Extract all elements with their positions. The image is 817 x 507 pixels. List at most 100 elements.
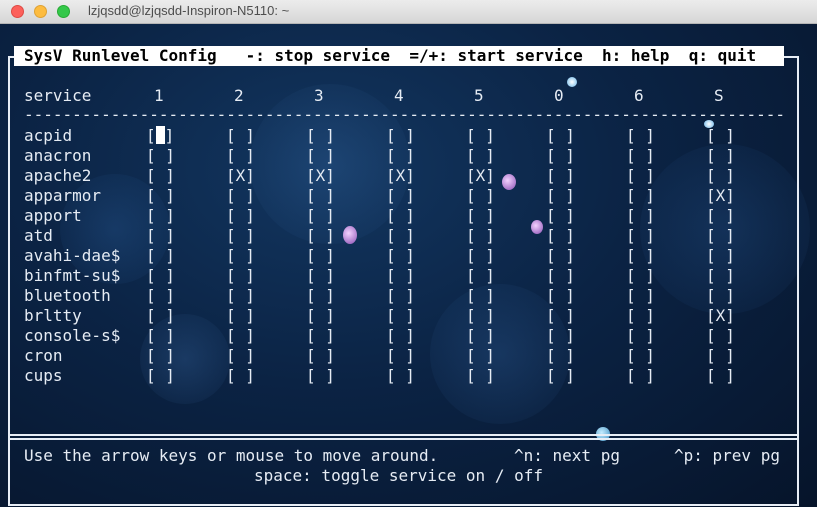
runlevel-checkbox[interactable]: [ ]	[226, 266, 255, 286]
runlevel-checkbox[interactable]: [ ]	[386, 146, 415, 166]
runlevel-checkbox[interactable]: [ ]	[466, 346, 495, 366]
runlevel-checkbox[interactable]: [ ]	[706, 286, 735, 306]
runlevel-checkbox[interactable]: [ ]	[546, 286, 575, 306]
runlevel-checkbox[interactable]: [ ]	[466, 226, 495, 246]
runlevel-checkbox[interactable]: [ ]	[466, 266, 495, 286]
runlevel-checkbox[interactable]: [ ]	[146, 186, 175, 206]
runlevel-checkbox[interactable]: [ ]	[226, 306, 255, 326]
runlevel-checkbox[interactable]: [ ]	[306, 286, 335, 306]
runlevel-checkbox[interactable]: [ ]	[386, 286, 415, 306]
runlevel-checkbox[interactable]: [ ]	[226, 186, 255, 206]
runlevel-checkbox[interactable]: [ ]	[546, 246, 575, 266]
runlevel-checkbox[interactable]: [ ]	[306, 146, 335, 166]
runlevel-checkbox[interactable]: [ ]	[146, 166, 175, 186]
runlevel-checkbox[interactable]: [ ]	[466, 126, 495, 146]
runlevel-checkbox[interactable]: [ ]	[386, 246, 415, 266]
runlevel-checkbox[interactable]: [ ]	[546, 306, 575, 326]
runlevel-checkbox[interactable]: [ ]	[386, 206, 415, 226]
runlevel-checkbox[interactable]: [ ]	[386, 226, 415, 246]
runlevel-checkbox[interactable]: [ ]	[146, 146, 175, 166]
runlevel-checkbox[interactable]: [ ]	[146, 346, 175, 366]
runlevel-checkbox[interactable]: [X]	[466, 166, 495, 186]
runlevel-checkbox[interactable]: [ ]	[466, 186, 495, 206]
runlevel-checkbox[interactable]: [ ]	[626, 366, 655, 386]
runlevel-checkbox[interactable]: [ ]	[546, 226, 575, 246]
runlevel-checkbox[interactable]: [ ]	[386, 306, 415, 326]
runlevel-checkbox[interactable]: [ ]	[546, 126, 575, 146]
terminal-area[interactable]: SysV Runlevel Config -: stop service =/+…	[0, 24, 817, 507]
runlevel-checkbox[interactable]: [ ]	[546, 346, 575, 366]
runlevel-checkbox[interactable]: [ ]	[546, 366, 575, 386]
runlevel-checkbox[interactable]: [ ]	[626, 206, 655, 226]
runlevel-checkbox[interactable]: [ ]	[546, 326, 575, 346]
runlevel-checkbox[interactable]: [ ]	[546, 206, 575, 226]
runlevel-checkbox[interactable]: [ ]	[386, 366, 415, 386]
runlevel-checkbox[interactable]: [ ]	[546, 186, 575, 206]
runlevel-checkbox[interactable]: [ ]	[466, 286, 495, 306]
runlevel-checkbox[interactable]: [ ]	[226, 366, 255, 386]
runlevel-checkbox[interactable]: [ ]	[226, 246, 255, 266]
runlevel-checkbox[interactable]: [ ]	[706, 226, 735, 246]
runlevel-checkbox[interactable]: [ ]	[706, 266, 735, 286]
runlevel-checkbox[interactable]: [ ]	[466, 246, 495, 266]
runlevel-checkbox[interactable]: [ ]	[226, 226, 255, 246]
runlevel-checkbox[interactable]: [ ]	[466, 146, 495, 166]
runlevel-checkbox[interactable]: [X]	[226, 166, 255, 186]
runlevel-checkbox[interactable]: [ ]	[626, 226, 655, 246]
runlevel-checkbox[interactable]: [ ]	[626, 286, 655, 306]
runlevel-checkbox[interactable]: [ ]	[226, 206, 255, 226]
runlevel-checkbox[interactable]: [ ]	[706, 246, 735, 266]
runlevel-checkbox[interactable]: [ ]	[386, 346, 415, 366]
runlevel-checkbox[interactable]: [ ]	[226, 346, 255, 366]
runlevel-checkbox[interactable]: [ ]	[306, 326, 335, 346]
runlevel-checkbox[interactable]: [ ]	[146, 206, 175, 226]
runlevel-checkbox[interactable]: [ ]	[706, 366, 735, 386]
runlevel-checkbox[interactable]: [ ]	[626, 306, 655, 326]
runlevel-checkbox[interactable]: [ ]	[386, 326, 415, 346]
runlevel-checkbox[interactable]: [ ]	[626, 346, 655, 366]
runlevel-checkbox[interactable]: [ ]	[626, 166, 655, 186]
runlevel-checkbox[interactable]: [ ]	[706, 206, 735, 226]
maximize-window-button[interactable]	[57, 5, 70, 18]
runlevel-checkbox[interactable]: [ ]	[306, 226, 335, 246]
runlevel-checkbox[interactable]: [ ]	[306, 346, 335, 366]
close-window-button[interactable]	[11, 5, 24, 18]
runlevel-checkbox[interactable]: [ ]	[306, 266, 335, 286]
runlevel-checkbox[interactable]: [X]	[386, 166, 415, 186]
minimize-window-button[interactable]	[34, 5, 47, 18]
runlevel-checkbox[interactable]: [ ]	[146, 266, 175, 286]
runlevel-checkbox[interactable]: [ ]	[466, 366, 495, 386]
runlevel-checkbox[interactable]: [ ]	[626, 126, 655, 146]
runlevel-checkbox[interactable]: [ ]	[706, 126, 735, 146]
runlevel-checkbox[interactable]: [ ]	[146, 286, 175, 306]
runlevel-checkbox[interactable]: [ ]	[626, 326, 655, 346]
runlevel-checkbox[interactable]: [ ]	[706, 346, 735, 366]
runlevel-checkbox[interactable]: [ ]	[626, 146, 655, 166]
runlevel-checkbox[interactable]: [ ]	[146, 306, 175, 326]
runlevel-checkbox[interactable]: [ ]	[386, 266, 415, 286]
runlevel-checkbox[interactable]: [ ]	[626, 266, 655, 286]
runlevel-checkbox[interactable]: [ ]	[306, 126, 335, 146]
runlevel-checkbox[interactable]: [ ]	[546, 146, 575, 166]
runlevel-checkbox[interactable]: [ ]	[466, 326, 495, 346]
runlevel-checkbox[interactable]: [ ]	[306, 306, 335, 326]
runlevel-checkbox[interactable]: [ ]	[146, 326, 175, 346]
runlevel-checkbox[interactable]: [ ]	[226, 146, 255, 166]
runlevel-checkbox[interactable]: [ ]	[146, 366, 175, 386]
runlevel-checkbox[interactable]: [ ]	[226, 326, 255, 346]
runlevel-checkbox[interactable]: [ ]	[226, 286, 255, 306]
runlevel-checkbox[interactable]: [ ]	[306, 206, 335, 226]
runlevel-checkbox[interactable]: [ ]	[146, 246, 175, 266]
runlevel-checkbox[interactable]: [ ]	[546, 266, 575, 286]
runlevel-checkbox[interactable]: [ ]	[626, 186, 655, 206]
runlevel-checkbox[interactable]: [ ]	[146, 126, 174, 146]
runlevel-checkbox[interactable]: [ ]	[226, 126, 255, 146]
runlevel-checkbox[interactable]: [ ]	[306, 366, 335, 386]
runlevel-checkbox[interactable]: [ ]	[626, 246, 655, 266]
runlevel-checkbox[interactable]: [ ]	[706, 146, 735, 166]
runlevel-checkbox[interactable]: [ ]	[386, 126, 415, 146]
runlevel-checkbox[interactable]: [ ]	[706, 166, 735, 186]
runlevel-checkbox[interactable]: [ ]	[466, 206, 495, 226]
runlevel-checkbox[interactable]: [X]	[706, 186, 735, 206]
runlevel-checkbox[interactable]: [ ]	[706, 326, 735, 346]
